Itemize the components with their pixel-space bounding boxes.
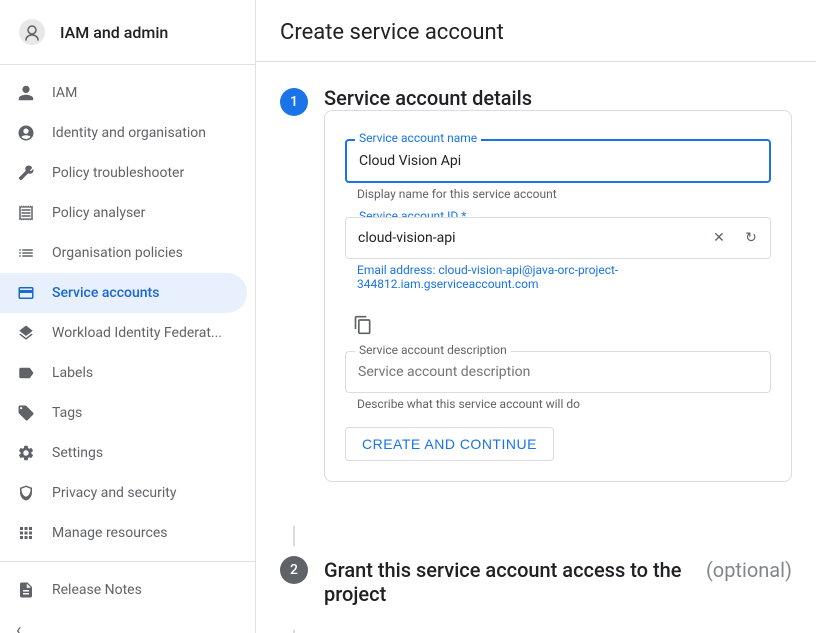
sidebar-item-settings[interactable]: Settings bbox=[0, 433, 247, 473]
step-2: 2 Grant this service account access to t… bbox=[280, 554, 792, 606]
tag-icon bbox=[16, 403, 36, 423]
sidebar-item-manage-resources[interactable]: Manage resources bbox=[0, 513, 247, 553]
sidebar-item-identity[interactable]: Identity and organisation bbox=[0, 113, 247, 153]
step-2-content: Grant this service account access to the… bbox=[324, 554, 792, 606]
refresh-icon[interactable]: ↻ bbox=[739, 226, 763, 250]
step-1-form: Service account name Display name for th… bbox=[324, 110, 792, 482]
main-form: 1 Service account details Service accoun… bbox=[256, 62, 816, 633]
step-1-title: Service account details bbox=[324, 86, 792, 110]
account-circle-icon bbox=[16, 123, 36, 143]
sidebar: IAM and admin IAM Identity and organisat… bbox=[0, 0, 256, 633]
sidebar-title: IAM and admin bbox=[60, 23, 168, 42]
id-field-row: ✕ ↻ bbox=[345, 217, 771, 259]
step-2-title-row: Grant this service account access to the… bbox=[324, 554, 792, 606]
id-field-icons: ✕ ↻ bbox=[707, 226, 763, 250]
step-2-subtitle: (optional) bbox=[706, 558, 792, 582]
document-icon bbox=[16, 580, 36, 600]
sidebar-item-policy-analyser[interactable]: Policy analyser bbox=[0, 193, 247, 233]
person-icon bbox=[16, 83, 36, 103]
wrench-icon bbox=[16, 163, 36, 183]
sidebar-item-policy-troubleshooter[interactable]: Policy troubleshooter bbox=[0, 153, 247, 193]
create-and-continue-button[interactable]: CREATE AND CONTINUE bbox=[345, 427, 554, 461]
desc-hint: Describe what this service account will … bbox=[345, 397, 771, 411]
sidebar-item-service-accounts-label: Service accounts bbox=[52, 285, 159, 301]
sidebar-item-iam-label: IAM bbox=[52, 85, 77, 101]
sidebar-item-policy-analyser-label: Policy analyser bbox=[52, 205, 145, 221]
step-1-content: Service account details Service account … bbox=[324, 86, 792, 502]
sidebar-item-service-accounts[interactable]: Service accounts bbox=[0, 273, 247, 313]
main-content-area: Create service account 1 Service account… bbox=[256, 0, 816, 633]
receipt-icon bbox=[16, 203, 36, 223]
name-label: Service account name bbox=[355, 131, 481, 145]
sidebar-item-tags-label: Tags bbox=[52, 405, 82, 421]
service-account-name-group: Service account name Display name for th… bbox=[345, 139, 771, 201]
sidebar-item-privacy-label: Privacy and security bbox=[52, 485, 176, 501]
settings-icon bbox=[16, 443, 36, 463]
sidebar-footer: Release Notes ‹ bbox=[0, 561, 255, 633]
sidebar-item-org-policies[interactable]: Organisation policies bbox=[0, 233, 247, 273]
copy-button[interactable] bbox=[345, 307, 381, 343]
email-hint: Email address: cloud-vision-api@java-orc… bbox=[345, 263, 771, 291]
sidebar-item-settings-label: Settings bbox=[52, 445, 103, 461]
iam-admin-icon bbox=[16, 16, 48, 48]
list-icon bbox=[16, 243, 36, 263]
sidebar-header: IAM and admin bbox=[0, 0, 255, 65]
sidebar-item-release-notes[interactable]: Release Notes bbox=[0, 570, 247, 610]
label-icon bbox=[16, 363, 36, 383]
desc-label: Service account description bbox=[355, 343, 511, 357]
shield-icon bbox=[16, 483, 36, 503]
sidebar-item-workload-identity[interactable]: Workload Identity Federat... bbox=[0, 313, 247, 353]
clear-icon[interactable]: ✕ bbox=[707, 226, 731, 250]
sidebar-item-labels[interactable]: Labels bbox=[0, 353, 247, 393]
create-button-wrapper: CREATE AND CONTINUE bbox=[345, 427, 771, 461]
step-2-number: 2 bbox=[280, 556, 308, 584]
step-separator-1 bbox=[293, 526, 295, 546]
sidebar-item-iam[interactable]: IAM bbox=[0, 73, 247, 113]
sidebar-collapse-button[interactable]: ‹ bbox=[0, 610, 255, 633]
service-account-id-group: Service account ID * ✕ ↻ Email address: … bbox=[345, 217, 771, 291]
step-1-number: 1 bbox=[280, 88, 308, 116]
step-2-title: Grant this service account access to the… bbox=[324, 558, 698, 606]
chevron-left-icon: ‹ bbox=[16, 620, 21, 633]
sidebar-item-labels-label: Labels bbox=[52, 365, 93, 381]
service-account-desc-group: Service account description Describe wha… bbox=[345, 351, 771, 411]
sidebar-item-policy-troubleshooter-label: Policy troubleshooter bbox=[52, 165, 184, 181]
sidebar-item-tags[interactable]: Tags bbox=[0, 393, 247, 433]
name-hint: Display name for this service account bbox=[345, 187, 771, 201]
sidebar-item-workload-identity-label: Workload Identity Federat... bbox=[52, 325, 222, 341]
sidebar-item-release-notes-label: Release Notes bbox=[52, 582, 142, 598]
sidebar-item-org-policies-label: Organisation policies bbox=[52, 245, 183, 261]
step-1: 1 Service account details Service accoun… bbox=[280, 86, 792, 502]
service-account-name-input[interactable] bbox=[345, 139, 771, 183]
layers-icon bbox=[16, 323, 36, 343]
sidebar-item-identity-label: Identity and organisation bbox=[52, 125, 206, 141]
sidebar-nav: IAM Identity and organisation Policy tro… bbox=[0, 65, 255, 561]
sidebar-item-manage-resources-label: Manage resources bbox=[52, 525, 168, 541]
apps-icon bbox=[16, 523, 36, 543]
credit-card-icon bbox=[16, 283, 36, 303]
page-title: Create service account bbox=[256, 0, 816, 62]
sidebar-item-privacy[interactable]: Privacy and security bbox=[0, 473, 247, 513]
service-account-desc-input[interactable] bbox=[345, 351, 771, 393]
